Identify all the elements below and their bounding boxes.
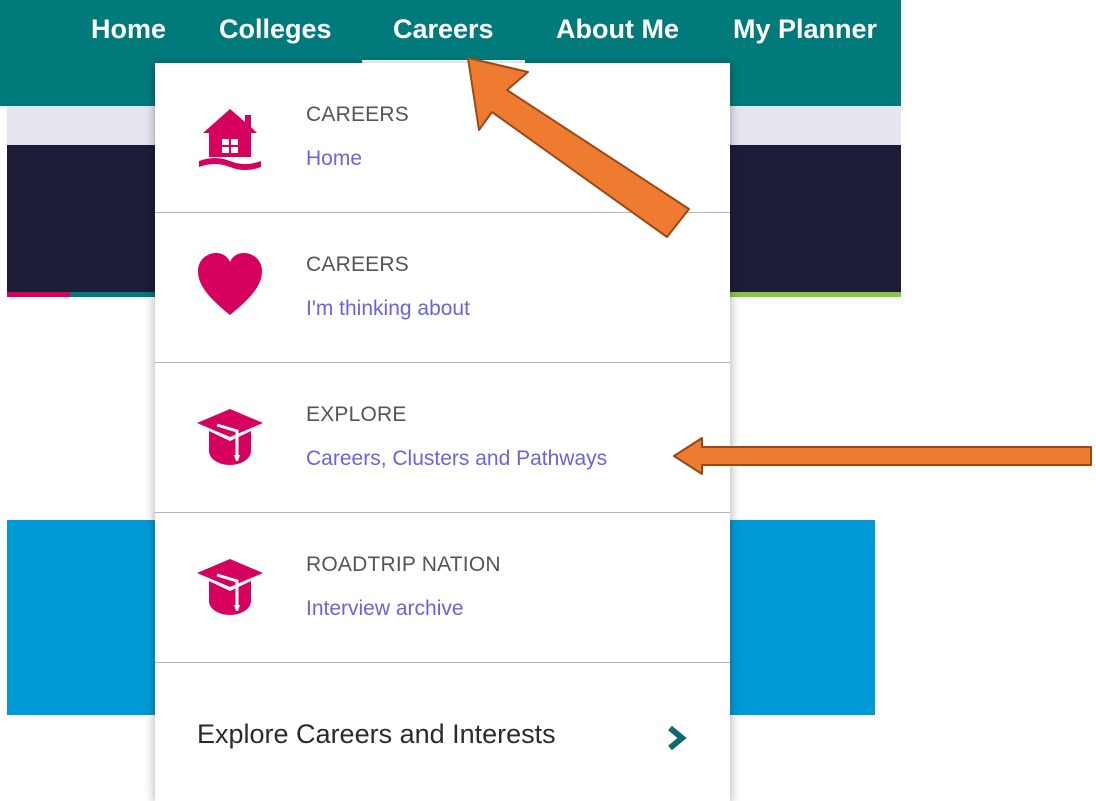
- bottom-link-label: Explore Careers and Interests: [197, 719, 556, 749]
- menu-item-explore[interactable]: EXPLORE Careers, Clusters and Pathways: [155, 363, 730, 513]
- menu-item-title: CAREERS: [306, 253, 409, 276]
- nav-home[interactable]: Home: [91, 12, 166, 48]
- menu-item-careers-thinking[interactable]: CAREERS I'm thinking about: [155, 213, 730, 363]
- careers-dropdown-menu: CAREERS Home CAREERS I'm thinking about …: [155, 63, 730, 801]
- menu-item-title: CAREERS: [306, 103, 409, 126]
- nav-about-me[interactable]: About Me: [556, 12, 679, 48]
- menu-item-link[interactable]: Interview archive: [306, 597, 464, 621]
- menu-item-link[interactable]: I'm thinking about: [306, 297, 470, 321]
- menu-item-link[interactable]: Home: [306, 147, 362, 171]
- menu-item-careers-home[interactable]: CAREERS Home: [155, 63, 730, 213]
- nav-careers[interactable]: Careers: [362, 12, 525, 66]
- accent-stripe-magenta: [7, 292, 70, 297]
- menu-item-title: EXPLORE: [306, 403, 407, 426]
- annotation-arrow-horizontal: [673, 437, 1092, 475]
- chevron-right-icon: [668, 725, 687, 751]
- accent-stripe-green: [730, 292, 901, 297]
- graduation-cap-icon: [197, 409, 263, 465]
- graduation-cap-icon: [197, 559, 263, 615]
- menu-item-link[interactable]: Careers, Clusters and Pathways: [306, 447, 607, 471]
- heart-icon: [198, 253, 262, 315]
- nav-colleges[interactable]: Colleges: [219, 12, 332, 48]
- nav-my-planner[interactable]: My Planner: [733, 12, 877, 48]
- house-icon: [199, 109, 261, 170]
- accent-stripe-teal: [70, 292, 157, 297]
- menu-item-roadtrip-nation[interactable]: ROADTRIP NATION Interview archive: [155, 513, 730, 663]
- menu-item-title: ROADTRIP NATION: [306, 553, 501, 576]
- explore-careers-interests-link[interactable]: Explore Careers and Interests: [155, 663, 730, 801]
